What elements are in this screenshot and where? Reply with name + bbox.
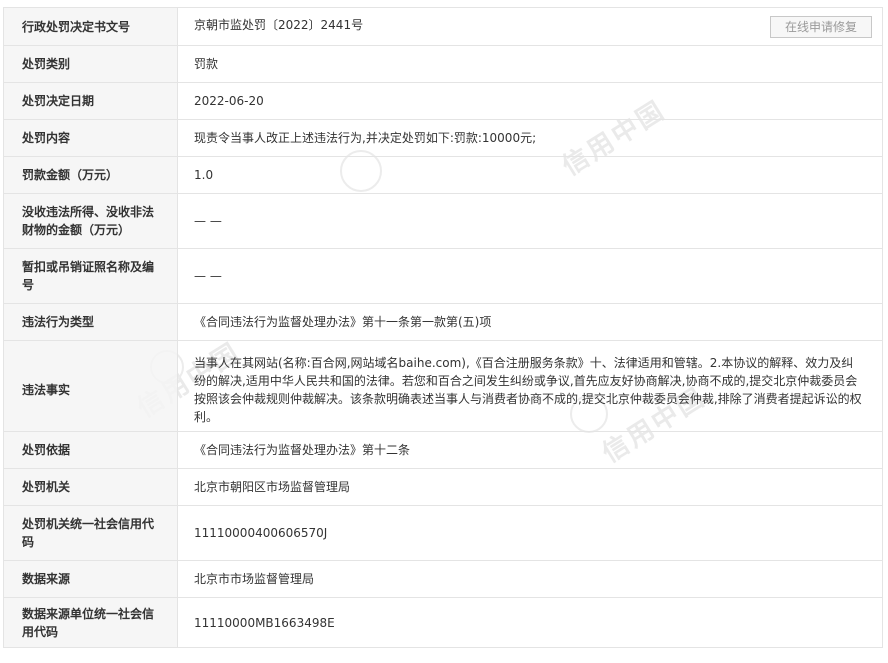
row-value: 《合同违法行为监督处理办法》第十二条	[177, 431, 883, 469]
row-label: 罚款金额（万元）	[3, 156, 178, 194]
table-row: 处罚依据 《合同违法行为监督处理办法》第十二条	[3, 431, 883, 469]
row-value: 当事人在其网站(名称:百合网,网站域名baihe.com),《百合注册服务条款》…	[177, 340, 883, 432]
table-row: 违法行为类型 《合同违法行为监督处理办法》第十一条第一款第(五)项	[3, 303, 883, 341]
table-row: 处罚决定日期 2022-06-20	[3, 82, 883, 120]
row-value: 罚款	[177, 45, 883, 83]
table-row: 违法事实 当事人在其网站(名称:百合网,网站域名baihe.com),《百合注册…	[3, 340, 883, 432]
table-row: 处罚机关统一社会信用代码 11110000400606570J	[3, 505, 883, 561]
row-label: 行政处罚决定书文号	[3, 7, 178, 46]
row-label: 处罚决定日期	[3, 82, 178, 120]
row-label: 违法行为类型	[3, 303, 178, 341]
row-label: 处罚类别	[3, 45, 178, 83]
row-value: 11110000MB1663498E	[177, 597, 883, 648]
page-container: 信用中国 信用中国 信用中国 行政处罚决定书文号 京朝市监处罚〔2022〕244…	[0, 0, 888, 663]
row-label: 数据来源	[3, 560, 178, 598]
online-repair-button[interactable]: 在线申请修复	[770, 15, 872, 38]
table-row: 数据来源单位统一社会信用代码 11110000MB1663498E	[3, 597, 883, 648]
row-value: 北京市朝阳区市场监督管理局	[177, 468, 883, 506]
table-row: 罚款金额（万元） 1.0	[3, 156, 883, 194]
row-label: 没收违法所得、没收非法财物的金额（万元）	[3, 193, 178, 249]
row-label: 暂扣或吊销证照名称及编号	[3, 248, 178, 304]
row-value: 现责令当事人改正上述违法行为,并决定处罚如下:罚款:10000元;	[177, 119, 883, 157]
row-label: 处罚机关统一社会信用代码	[3, 505, 178, 561]
table-row: 数据来源 北京市市场监督管理局	[3, 560, 883, 598]
row-value: 1.0	[177, 156, 883, 194]
row-value-with-action: 京朝市监处罚〔2022〕2441号 在线申请修复	[177, 7, 883, 46]
table-row: 暂扣或吊销证照名称及编号 — —	[3, 248, 883, 304]
row-label: 处罚机关	[3, 468, 178, 506]
row-value: 京朝市监处罚〔2022〕2441号	[194, 17, 364, 32]
row-value: — —	[177, 193, 883, 249]
row-label: 数据来源单位统一社会信用代码	[3, 597, 178, 648]
row-label: 处罚依据	[3, 431, 178, 469]
row-label: 违法事实	[3, 340, 178, 432]
row-value: 11110000400606570J	[177, 505, 883, 561]
row-value: 北京市市场监督管理局	[177, 560, 883, 598]
row-value: 2022-06-20	[177, 82, 883, 120]
row-label: 处罚内容	[3, 119, 178, 157]
table-row: 处罚机关 北京市朝阳区市场监督管理局	[3, 468, 883, 506]
table-row: 处罚内容 现责令当事人改正上述违法行为,并决定处罚如下:罚款:10000元;	[3, 119, 883, 157]
table-row: 处罚类别 罚款	[3, 45, 883, 83]
row-value: 《合同违法行为监督处理办法》第十一条第一款第(五)项	[177, 303, 883, 341]
table-row: 没收违法所得、没收非法财物的金额（万元） — —	[3, 193, 883, 249]
row-value: — —	[177, 248, 883, 304]
penalty-detail-table: 行政处罚决定书文号 京朝市监处罚〔2022〕2441号 在线申请修复 处罚类别 …	[3, 7, 883, 648]
table-row: 行政处罚决定书文号 京朝市监处罚〔2022〕2441号 在线申请修复	[3, 7, 883, 46]
